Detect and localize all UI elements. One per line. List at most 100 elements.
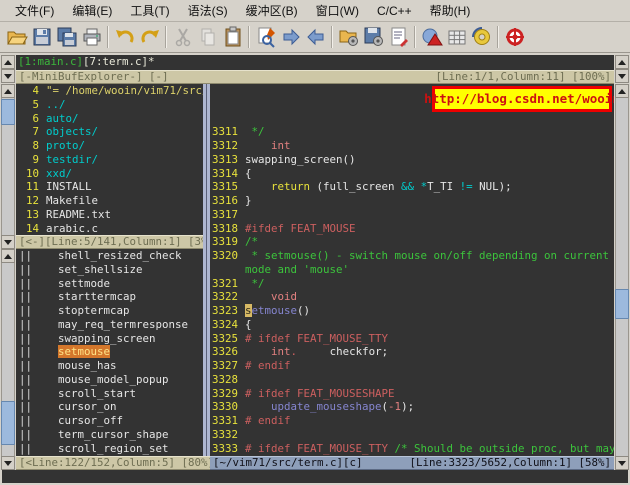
- code-line[interactable]: 3312 int: [212, 139, 614, 153]
- taglist-scrollbar-thumb[interactable]: [1, 401, 15, 445]
- minibufexplorer-bufferline[interactable]: [1:main.c][7:term.c]*: [16, 55, 614, 70]
- tag-row[interactable]: || cursor_on: [19, 400, 203, 414]
- code-line[interactable]: 3314{: [212, 167, 614, 181]
- open-file-icon[interactable]: [4, 25, 29, 50]
- mbe-left-scroll-down-button[interactable]: [1, 69, 15, 83]
- paste-icon[interactable]: [220, 25, 245, 50]
- find-prev-icon[interactable]: [303, 25, 328, 50]
- save-icon[interactable]: [29, 25, 54, 50]
- tag-row[interactable]: || cursor_off: [19, 414, 203, 428]
- tag-row[interactable]: || setmouse: [19, 345, 203, 359]
- find-replace-icon[interactable]: [253, 25, 278, 50]
- run-script-icon[interactable]: [386, 25, 411, 50]
- code-line[interactable]: 3321 */: [212, 277, 614, 291]
- code-line[interactable]: 3329# ifdef FEAT_MOUSESHAPE: [212, 387, 614, 401]
- menu-item-4[interactable]: 缓冲区(B): [237, 0, 307, 21]
- file-row[interactable]: 7objects/: [19, 125, 203, 139]
- code-line[interactable]: 3328: [212, 373, 614, 387]
- tag-row[interactable]: || shell_resized_check: [19, 249, 203, 263]
- code-line[interactable]: 3323setmouse(): [212, 304, 614, 318]
- explorer-statusline[interactable]: [<-][Line:5/141,Column:1] [3%]: [16, 235, 203, 249]
- print-icon[interactable]: [79, 25, 104, 50]
- menu-item-0[interactable]: 文件(F): [6, 0, 63, 21]
- menu-item-3[interactable]: 语法(S): [179, 0, 237, 21]
- menu-item-2[interactable]: 工具(T): [121, 0, 178, 21]
- buffer-tab-0[interactable]: [1:main.c]: [18, 55, 83, 68]
- code-line[interactable]: 3331# endif: [212, 414, 614, 428]
- code-line[interactable]: 3327# endif: [212, 359, 614, 373]
- main-statusline[interactable]: [~/vim71/src/term.c][c] [Line:3323/5652,…: [210, 456, 614, 470]
- menu-item-1[interactable]: 编辑(E): [63, 0, 121, 21]
- tag-row[interactable]: || settmode: [19, 277, 203, 291]
- code-line[interactable]: 3316}: [212, 194, 614, 208]
- tag-row[interactable]: || stoptermcap: [19, 304, 203, 318]
- redo-icon[interactable]: [137, 25, 162, 50]
- file-row[interactable]: 8proto/: [19, 139, 203, 153]
- file-explorer-pane[interactable]: 4"= /home/wooin/vim71/src/5../6auto/7obj…: [16, 84, 203, 235]
- tag-row[interactable]: || swapping_screen: [19, 332, 203, 346]
- tag-jump-icon[interactable]: [469, 25, 494, 50]
- minibufexplorer-statusline[interactable]: [-MiniBufExplorer-] [-] [Line:1/1,Column…: [16, 70, 614, 84]
- taglist-statusline[interactable]: [<Line:122/152,Column:5] [80%]: [16, 456, 210, 470]
- taglist-pane[interactable]: || shell_resized_check|| set_shellsize||…: [16, 249, 203, 456]
- code-line[interactable]: 3313swapping_screen(): [212, 153, 614, 167]
- file-row[interactable]: 6auto/: [19, 112, 203, 126]
- taglist-scroll-up-button[interactable]: [1, 249, 15, 263]
- code-line[interactable]: 3322 void: [212, 290, 614, 304]
- file-row[interactable]: 11INSTALL: [19, 180, 203, 194]
- code-line[interactable]: 3333# ifdef FEAT_MOUSE_TTY /* Should be …: [212, 442, 614, 456]
- find-next-icon[interactable]: [278, 25, 303, 50]
- file-row[interactable]: 9testdir/: [19, 153, 203, 167]
- mbe-right-scroll-down-button[interactable]: [615, 69, 629, 83]
- code-line[interactable]: mode and 'mouse': [212, 263, 614, 277]
- code-line[interactable]: 3318#ifdef FEAT_MOUSE: [212, 222, 614, 236]
- menu-item-6[interactable]: C/C++: [368, 2, 421, 20]
- file-row[interactable]: 12Makefile: [19, 194, 203, 208]
- save-session-icon[interactable]: [361, 25, 386, 50]
- code-line[interactable]: 3319/*: [212, 235, 614, 249]
- file-row[interactable]: 4"= /home/wooin/vim71/src/: [19, 84, 203, 98]
- tag-row[interactable]: || starttermcap: [19, 290, 203, 304]
- code-line[interactable]: 3320 * setmouse() - switch mouse on/off …: [212, 249, 614, 263]
- code-scrollbar[interactable]: [615, 84, 629, 470]
- explorer-scroll-down-button[interactable]: [1, 235, 15, 249]
- code-line[interactable]: 3324{: [212, 318, 614, 332]
- load-session-icon[interactable]: [336, 25, 361, 50]
- mbe-right-scroll-up-button[interactable]: [615, 55, 629, 69]
- code-line[interactable]: 3325# ifdef FEAT_MOUSE_TTY: [212, 332, 614, 346]
- code-line[interactable]: 3311 */: [212, 125, 614, 139]
- undo-icon[interactable]: [112, 25, 137, 50]
- buffer-tab-1[interactable]: [7:term.c]*: [83, 55, 155, 68]
- code-line[interactable]: 3315 return (full_screen && *T_TI != NUL…: [212, 180, 614, 194]
- mbe-left-scroll-up-button[interactable]: [1, 55, 15, 69]
- code-line[interactable]: 3317: [212, 208, 614, 222]
- menu-item-7[interactable]: 帮助(H): [421, 0, 480, 21]
- menu-item-5[interactable]: 窗口(W): [307, 0, 368, 21]
- code-scroll-down-button[interactable]: [615, 456, 629, 470]
- make-icon[interactable]: [419, 25, 444, 50]
- help-icon[interactable]: [502, 25, 527, 50]
- code-line[interactable]: 3330 update_mouseshape(-1);: [212, 400, 614, 414]
- tag-row[interactable]: || term_cursor_shape: [19, 428, 203, 442]
- explorer-scrollbar-thumb[interactable]: [1, 99, 15, 125]
- build-tags-icon[interactable]: [444, 25, 469, 50]
- code-scrollbar-thumb[interactable]: [615, 289, 629, 319]
- file-row[interactable]: 5../: [19, 98, 203, 112]
- vim-command-line[interactable]: "term.c" 5652 lines --58%--: [2, 470, 628, 483]
- tag-row[interactable]: || may_req_termresponse: [19, 318, 203, 332]
- save-all-icon[interactable]: [54, 25, 79, 50]
- tag-row[interactable]: || mouse_model_popup: [19, 373, 203, 387]
- explorer-scroll-up-button[interactable]: [1, 84, 15, 98]
- tag-row[interactable]: || set_shellsize: [19, 263, 203, 277]
- code-line[interactable]: 3326 int. checkfor;: [212, 345, 614, 359]
- vertical-split-separator[interactable]: [203, 84, 210, 456]
- code-editor-pane[interactable]: http://blog.csdn.net/wooin 3311 */3312 i…: [210, 84, 614, 456]
- file-row[interactable]: 10xxd/: [19, 167, 203, 181]
- file-row[interactable]: 14arabic.c: [19, 222, 203, 236]
- code-scroll-up-button[interactable]: [615, 84, 629, 98]
- tag-row[interactable]: || scroll_region_set: [19, 442, 203, 456]
- file-row[interactable]: 13README.txt: [19, 208, 203, 222]
- tag-row[interactable]: || scroll_start: [19, 387, 203, 401]
- tag-row[interactable]: || mouse_has: [19, 359, 203, 373]
- taglist-scroll-down-button[interactable]: [1, 456, 15, 470]
